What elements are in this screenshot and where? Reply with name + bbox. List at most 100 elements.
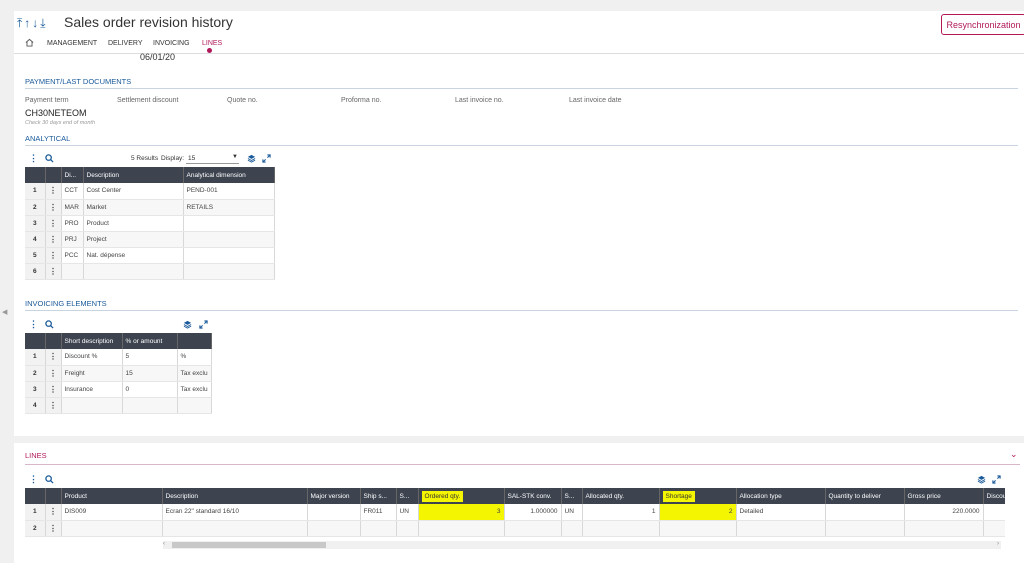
column-header[interactable]: Allocated qty. xyxy=(582,488,660,504)
column-header[interactable]: % or amount xyxy=(122,333,178,349)
search-icon[interactable] xyxy=(45,154,54,163)
expand-icon[interactable] xyxy=(199,320,208,329)
description-cell[interactable] xyxy=(83,263,184,280)
column-header[interactable]: Short description xyxy=(61,333,123,349)
table-cell[interactable] xyxy=(307,504,361,521)
table-cell[interactable]: 1.000000 xyxy=(504,504,562,521)
analytical-dimension-cell[interactable] xyxy=(183,247,275,264)
table-cell[interactable] xyxy=(825,504,905,521)
row-menu-icon[interactable]: ⋮ xyxy=(45,231,62,248)
table-cell[interactable]: 220.0000 xyxy=(904,504,984,521)
table-cell[interactable] xyxy=(659,520,737,537)
table-cell[interactable]: DIS009 xyxy=(61,504,163,521)
table-cell[interactable] xyxy=(61,520,163,537)
dimension-cell[interactable]: PRJ xyxy=(61,231,84,248)
table-cell[interactable] xyxy=(825,520,905,537)
column-header[interactable]: S... xyxy=(396,488,419,504)
column-header[interactable]: S... xyxy=(561,488,583,504)
analytical-dimension-cell[interactable] xyxy=(183,263,275,280)
grid-menu-icon[interactable]: ⋮ xyxy=(29,319,38,330)
table-cell[interactable] xyxy=(307,520,361,537)
table-cell[interactable] xyxy=(418,520,505,537)
grid-menu-icon[interactable]: ⋮ xyxy=(29,474,38,485)
record-navigation-arrows[interactable]: ⤒↑↓⤓ xyxy=(17,16,48,31)
column-header[interactable]: Shortage xyxy=(659,488,737,504)
dimension-cell[interactable]: CCT xyxy=(61,183,84,200)
column-header[interactable]: Analytical dimension xyxy=(183,167,275,183)
row-menu-icon[interactable]: ⋮ xyxy=(45,365,62,382)
table-cell[interactable] xyxy=(983,504,1005,521)
table-cell[interactable]: UN xyxy=(396,504,419,521)
column-header[interactable]: Ship s... xyxy=(360,488,397,504)
dimension-cell[interactable]: MAR xyxy=(61,199,84,216)
table-cell[interactable]: FR011 xyxy=(360,504,397,521)
dimension-cell[interactable] xyxy=(61,263,84,280)
table-cell[interactable]: Detailed xyxy=(736,504,826,521)
column-header[interactable]: Description xyxy=(83,167,184,183)
column-header[interactable]: Product xyxy=(61,488,163,504)
unit-cell[interactable]: % xyxy=(177,349,212,366)
analytical-dimension-cell[interactable] xyxy=(183,215,275,232)
column-header[interactable]: Discou xyxy=(983,488,1005,504)
amount-cell[interactable] xyxy=(122,397,178,414)
tab-management[interactable]: MANAGEMENT xyxy=(47,40,97,47)
unit-cell[interactable]: Tax exclu xyxy=(177,381,212,398)
description-cell[interactable]: Product xyxy=(83,215,184,232)
search-icon[interactable] xyxy=(45,475,54,484)
table-cell[interactable]: 3 xyxy=(418,504,505,521)
row-menu-icon[interactable]: ⋮ xyxy=(45,183,62,200)
row-menu-icon[interactable]: ⋮ xyxy=(45,520,62,537)
layers-icon[interactable] xyxy=(183,320,192,329)
column-header[interactable]: Quantity to deliver xyxy=(825,488,905,504)
description-cell[interactable]: Nat. dépense xyxy=(83,247,184,264)
description-cell[interactable]: Cost Center xyxy=(83,183,184,200)
unit-cell[interactable]: Tax exclu xyxy=(177,365,212,382)
expand-icon[interactable] xyxy=(992,475,1001,484)
row-menu-icon[interactable]: ⋮ xyxy=(45,247,62,264)
table-cell[interactable] xyxy=(983,520,1005,537)
short-description-cell[interactable]: Discount % xyxy=(61,349,123,366)
amount-cell[interactable]: 5 xyxy=(122,349,178,366)
scroll-right-icon[interactable]: › xyxy=(997,541,999,547)
short-description-cell[interactable]: Freight xyxy=(61,365,123,382)
row-menu-icon[interactable]: ⋮ xyxy=(45,263,62,280)
description-cell[interactable]: Market xyxy=(83,199,184,216)
table-cell[interactable] xyxy=(396,520,419,537)
payment-term-value[interactable]: CH30NETEOM xyxy=(25,108,87,118)
row-menu-icon[interactable]: ⋮ xyxy=(45,215,62,232)
search-icon[interactable] xyxy=(45,320,54,329)
scroll-left-icon[interactable]: ‹ xyxy=(163,541,165,547)
row-menu-icon[interactable]: ⋮ xyxy=(45,397,62,414)
table-cell[interactable] xyxy=(582,520,660,537)
expand-icon[interactable] xyxy=(262,154,271,163)
home-icon[interactable] xyxy=(25,38,34,47)
table-cell[interactable]: 2 xyxy=(659,504,737,521)
collapse-left-handle-icon[interactable]: ◀ xyxy=(2,308,7,316)
display-select[interactable]: 15 ▼ xyxy=(186,153,239,164)
layers-icon[interactable] xyxy=(977,475,986,484)
dimension-cell[interactable]: PRO xyxy=(61,215,84,232)
amount-cell[interactable]: 0 xyxy=(122,381,178,398)
row-menu-icon[interactable]: ⋮ xyxy=(45,381,62,398)
tab-lines[interactable]: LINES xyxy=(202,40,222,47)
scrollbar-thumb[interactable] xyxy=(172,542,326,548)
grid-menu-icon[interactable]: ⋮ xyxy=(29,153,38,164)
analytical-dimension-cell[interactable]: PEND-001 xyxy=(183,183,275,200)
column-header[interactable] xyxy=(177,333,212,349)
table-cell[interactable] xyxy=(504,520,562,537)
column-header[interactable]: Ordered qty. xyxy=(418,488,505,504)
column-header[interactable]: Description xyxy=(162,488,308,504)
row-menu-icon[interactable]: ⋮ xyxy=(45,504,62,521)
tab-invoicing[interactable]: INVOICING xyxy=(153,40,190,47)
table-cell[interactable] xyxy=(360,520,397,537)
resynchronization-button[interactable]: Resynchronization xyxy=(941,14,1024,35)
table-cell[interactable]: 1 xyxy=(582,504,660,521)
column-header[interactable]: Gross price xyxy=(904,488,984,504)
layers-icon[interactable] xyxy=(247,154,256,163)
unit-cell[interactable] xyxy=(177,397,212,414)
analytical-dimension-cell[interactable]: RETAILS xyxy=(183,199,275,216)
table-cell[interactable] xyxy=(736,520,826,537)
table-cell[interactable]: Ecran 22" standard 16/10 xyxy=(162,504,308,521)
row-menu-icon[interactable]: ⋮ xyxy=(45,199,62,216)
table-cell[interactable] xyxy=(162,520,308,537)
